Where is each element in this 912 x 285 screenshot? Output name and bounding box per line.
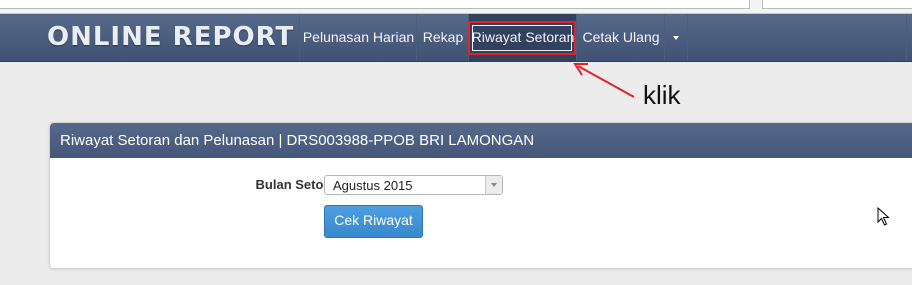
nav-divider	[906, 14, 907, 61]
riwayat-panel: Riwayat Setoran dan Pelunasan | DRS00398…	[49, 122, 912, 269]
nav-pelunasan-harian[interactable]: Pelunasan Harian	[299, 14, 417, 61]
arrow-annotation-icon	[573, 63, 635, 98]
nav-cetak-ulang[interactable]: Cetak Ulang	[576, 14, 665, 61]
annotation-label: klik	[643, 80, 681, 110]
chevron-down-icon	[673, 36, 679, 40]
chevron-down-icon	[491, 183, 497, 187]
browser-search-box[interactable]	[762, 0, 912, 9]
top-navbar: ONLINE REPORT Pelunasan Harian Rekap Riw…	[0, 14, 912, 62]
cek-riwayat-button[interactable]: Cek Riwayat	[324, 205, 423, 238]
month-select-value: Agustus 2015	[333, 178, 413, 193]
nav-more-dropdown[interactable]	[664, 14, 688, 61]
month-select[interactable]: Agustus 2015	[324, 175, 503, 195]
select-arrow-button[interactable]	[485, 176, 502, 194]
browser-chrome-strip	[0, 0, 912, 14]
nav-rekap[interactable]: Rekap	[416, 14, 469, 61]
panel-heading: Riwayat Setoran dan Pelunasan | DRS00398…	[50, 123, 912, 158]
mouse-cursor-icon	[877, 207, 890, 226]
panel-title: Riwayat Setoran dan Pelunasan | DRS00398…	[60, 132, 535, 149]
brand-logo: ONLINE REPORT	[47, 22, 295, 52]
browser-address-bar[interactable]	[0, 0, 750, 9]
annotation-highlight-inner	[472, 25, 572, 51]
